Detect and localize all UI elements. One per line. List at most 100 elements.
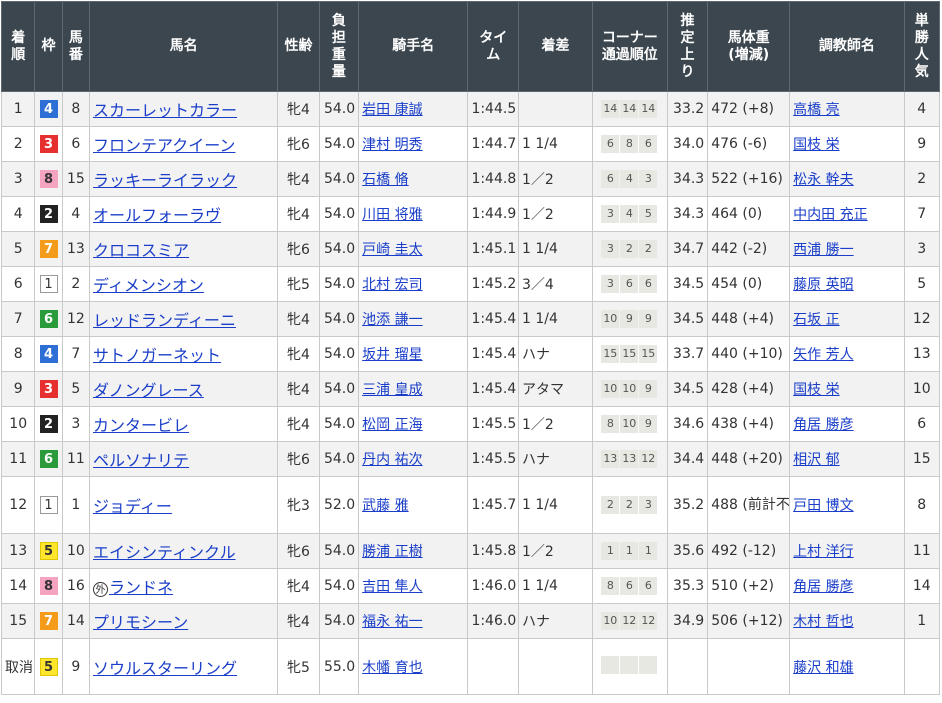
jockey-link[interactable]: 石橋 脩 [362,172,408,188]
header-popularity[interactable]: 単勝人気 [903,1,940,92]
corner-cell: 15 15 15 [591,336,668,372]
trainer-link[interactable]: 角居 勝彦 [793,579,853,595]
trainer-link[interactable]: 国枝 栄 [793,382,839,398]
trainer-cell: 上村 洋行 [789,533,905,569]
trainer-link[interactable]: 相沢 郁 [793,452,839,468]
horse-name-link[interactable]: エイシンティンクル [93,543,236,562]
horse-number-cell: 12 [61,301,91,337]
header-trainer[interactable]: 調教師名 [789,1,905,92]
header-jockey[interactable]: 騎手名 [358,1,469,92]
popularity-cell: 6 [903,406,940,442]
jockey-link[interactable]: 津村 明秀 [362,137,422,153]
horse-name-link[interactable]: フロンテアクイーン [93,136,235,155]
corner-position: 6 [601,170,620,188]
trainer-link[interactable]: 西浦 勝一 [793,242,853,258]
time-cell: 1:45.8 [467,533,520,569]
horse-name-link[interactable]: ディメンシオン [93,276,204,295]
trainer-link[interactable]: 国枝 栄 [793,137,839,153]
header-corner[interactable]: コーナー 通過順位 [591,1,668,92]
trainer-cell: 戸田 博文 [789,476,905,534]
sex-age-cell: 牝4 [277,568,320,604]
horse-name-link[interactable]: ソウルスターリング [93,659,237,678]
corner-cell: 223 [591,476,668,534]
horse-name-link[interactable]: プリモシーン [93,613,188,632]
trainer-link[interactable]: 高橋 亮 [793,102,839,118]
jockey-link[interactable]: 三浦 皇成 [362,382,422,398]
time-cell: 1:44.7 [467,126,520,162]
header-waku[interactable]: 枠 [34,1,63,92]
jockey-link[interactable]: 武藤 雅 [362,498,408,514]
trainer-link[interactable]: 木村 哲也 [793,614,853,630]
margin-cell: 1／2 [518,196,593,232]
header-time[interactable]: タイム [467,1,520,92]
horse-name-link[interactable]: カンタービレ [93,416,189,435]
rank-cell: 12 [0,476,36,534]
popularity-cell: 1 [903,603,940,639]
jockey-link[interactable]: 福永 祐一 [362,614,422,630]
jockey-link[interactable]: 松岡 正海 [362,417,422,433]
horse-number-cell: 13 [61,231,91,267]
popularity-cell: 11 [903,533,940,569]
trainer-cell: 角居 勝彦 [789,568,905,604]
trainer-link[interactable]: 松永 幹夫 [793,172,853,188]
jockey-link[interactable]: 池添 謙一 [362,312,422,328]
horse-name-link[interactable]: ランドネ [109,578,173,597]
waku-cell: 8 [34,161,63,197]
header-margin[interactable]: 着差 [518,1,593,92]
horse-name-link[interactable]: スカーレットカラー [93,101,237,120]
trainer-cell: 松永 幹夫 [789,161,905,197]
time-cell: 1:45.2 [467,266,520,302]
horse-name-link[interactable]: レッドランディーニ [93,311,236,330]
header-sex-age[interactable]: 性齢 [277,1,320,92]
header-last-3f[interactable]: 推定上り [666,1,709,92]
trainer-link[interactable]: 藤沢 和雄 [793,660,853,676]
header-rank[interactable]: 着順 [0,1,36,92]
horse-name-link[interactable]: サトノガーネット [93,346,221,365]
trainer-link[interactable]: 上村 洋行 [793,544,853,560]
sex-age-cell: 牝5 [277,638,320,695]
race-results-table: 着順 枠 馬番 馬名 性齢 負担重量 騎手名 タイム 着差 コーナー 通過順位 推… [0,1,940,695]
trainer-link[interactable]: 角居 勝彦 [793,417,853,433]
jockey-link[interactable]: 北村 宏司 [362,277,422,293]
margin-cell: 1 1/4 [518,126,593,162]
jockey-link[interactable]: 川田 将雅 [362,207,422,223]
corner-position: 14 [620,100,639,118]
trainer-link[interactable]: 矢作 芳人 [793,347,853,363]
trainer-link[interactable]: 藤原 英昭 [793,277,853,293]
jockey-link[interactable]: 岩田 康誠 [362,102,422,118]
waku-cell: 4 [34,91,63,127]
horse-name-link[interactable]: クロコスミア [93,241,189,260]
rank-cell: 10 [0,406,36,442]
body-weight-cell: 464 (0) [707,196,791,232]
table-row: 10 2 3 カンタービレ 牝4 54.0 松岡 正海 1:45.5 1／2 8 10 9 34.6 43… [0,406,940,442]
body-weight-cell: 438 (+4) [707,406,791,442]
jockey-cell: 吉田 隼人 [358,568,469,604]
jockey-link[interactable]: 吉田 隼人 [362,579,422,595]
waku-badge: 2 [39,415,58,433]
jockey-cell: 坂井 瑠星 [358,336,469,372]
jockey-link[interactable]: 勝浦 正樹 [362,544,422,560]
header-horse-number[interactable]: 馬番 [61,1,91,92]
header-body-weight[interactable]: 馬体重 (増減) [707,1,791,92]
horse-number-cell: 1 [61,476,91,534]
trainer-link[interactable]: 戸田 博文 [793,498,853,514]
jockey-link[interactable]: 坂井 瑠星 [362,347,422,363]
horse-name-link[interactable]: ダノングレース [93,381,204,400]
horse-name-link[interactable]: ラッキーライラック [93,171,237,190]
horse-name-link[interactable]: ペルソナリテ [93,451,189,470]
jockey-link[interactable]: 丹内 祐次 [362,452,422,468]
corner-position: 2 [601,496,620,514]
trainer-link[interactable]: 中内田 充正 [793,207,867,223]
jockey-link[interactable]: 木幡 育也 [362,660,422,676]
horse-name-link[interactable]: ジョディー [93,497,172,516]
trainer-link[interactable]: 石坂 正 [793,312,839,328]
jockey-cell: 勝浦 正樹 [358,533,469,569]
header-carried-weight[interactable]: 負担重量 [318,1,360,92]
trainer-cell: 石坂 正 [789,301,905,337]
corner-position: 6 [639,135,658,153]
corner-position: 13 [620,450,639,468]
header-horse-name[interactable]: 馬名 [89,1,279,92]
horse-name-link[interactable]: オールフォーラヴ [93,206,221,225]
jockey-link[interactable]: 戸崎 圭太 [362,242,422,258]
last-3f-cell: 34.4 [666,441,709,477]
